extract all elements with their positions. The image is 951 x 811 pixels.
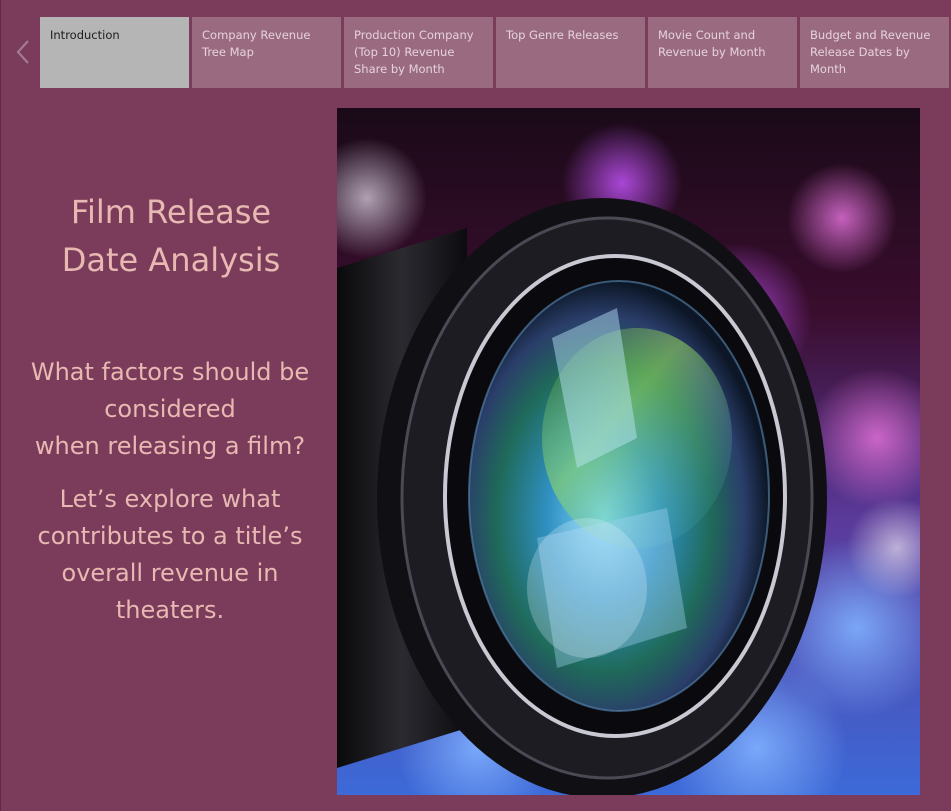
tab-introduction[interactable]: Introduction	[40, 17, 189, 88]
camera-lens-photo	[337, 108, 920, 795]
question-text: What factors should be considered when r…	[15, 354, 325, 465]
question-line: What factors should be	[30, 358, 310, 386]
story-navigator: Introduction Company Revenue Tree Map Pr…	[40, 17, 951, 88]
chevron-left-icon	[16, 40, 29, 64]
question-line: when releasing a film?	[34, 432, 306, 460]
explore-line: contributes to a title’s	[37, 522, 303, 550]
tab-budget-and-revenue-release-dates[interactable]: Budget and Revenue Release Dates by Mont…	[800, 17, 949, 88]
explore-line: Let’s explore what	[59, 485, 281, 513]
camera-lens-image	[337, 108, 920, 795]
page-title: Film Release Date Analysis	[21, 188, 321, 284]
explore-text: Let’s explore what contributes to a titl…	[15, 481, 325, 629]
explore-line: theaters.	[115, 596, 225, 624]
question-line: considered	[104, 395, 236, 423]
lens-body	[337, 198, 827, 795]
title-line: Date Analysis	[61, 241, 281, 279]
tab-company-revenue-tree-map[interactable]: Company Revenue Tree Map	[192, 17, 341, 88]
explore-line: overall revenue in	[61, 559, 279, 587]
tab-top-genre-releases[interactable]: Top Genre Releases	[496, 17, 645, 88]
tab-movie-count-and-revenue[interactable]: Movie Count and Revenue by Month	[648, 17, 797, 88]
story-frame: Introduction Company Revenue Tree Map Pr…	[0, 0, 951, 811]
previous-story-point-button[interactable]	[9, 32, 37, 72]
title-line: Film Release	[70, 193, 272, 231]
tab-production-company-revenue-share[interactable]: Production Company (Top 10) Revenue Shar…	[344, 17, 493, 88]
